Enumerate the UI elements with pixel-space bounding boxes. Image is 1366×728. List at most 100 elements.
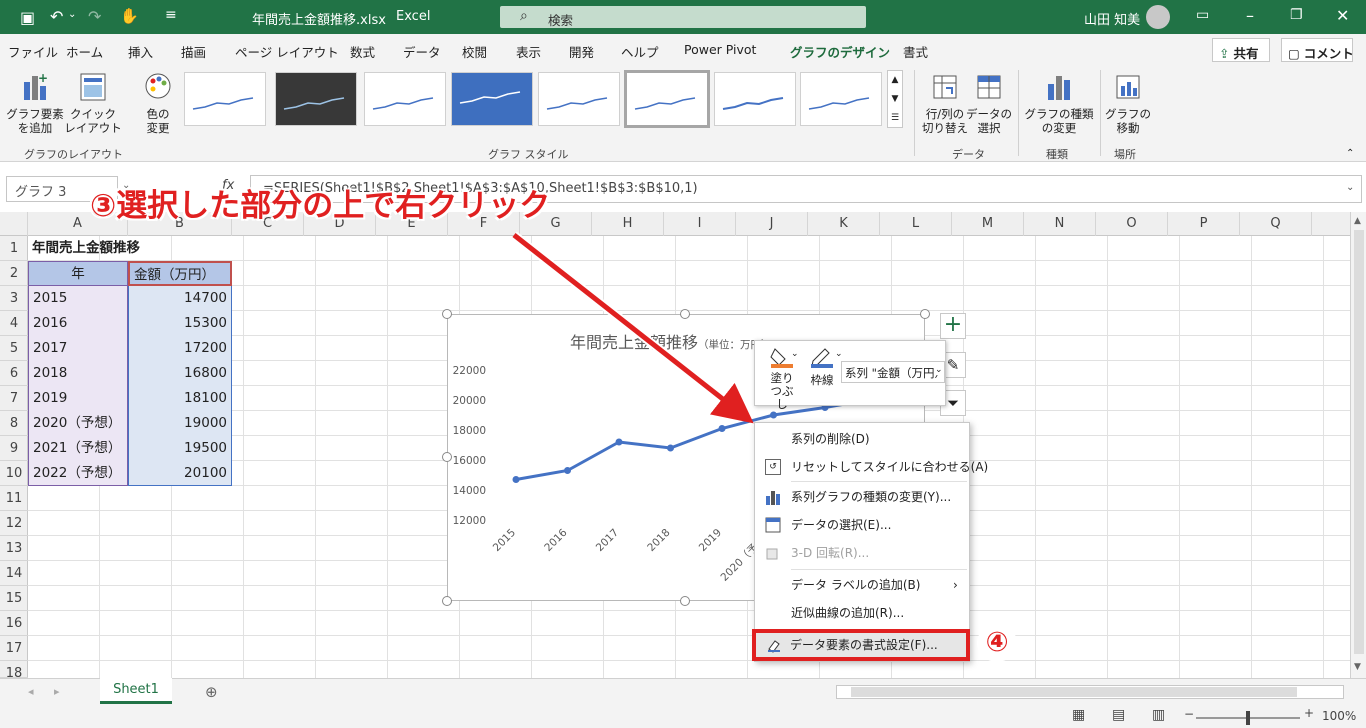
zoom-out-icon[interactable]: − xyxy=(1184,707,1194,721)
sheet-title-cell[interactable]: 年間売上金額推移 xyxy=(28,236,228,261)
row-header[interactable]: 5 xyxy=(0,336,28,361)
close-icon[interactable]: ✕ xyxy=(1336,6,1349,25)
tab-power-pivot[interactable]: Power Pivot xyxy=(684,42,756,57)
scroll-up-icon[interactable]: ▲ xyxy=(1354,216,1361,226)
tab-page-layout[interactable]: ページ レイアウト xyxy=(235,42,339,61)
chart-style-5[interactable] xyxy=(538,72,620,126)
resize-handle[interactable] xyxy=(442,452,452,462)
scrollbar-thumb[interactable] xyxy=(1354,230,1364,654)
row-header[interactable]: 12 xyxy=(0,511,28,536)
chart-style-4[interactable] xyxy=(451,72,533,126)
amount-cell[interactable]: 16800 xyxy=(128,361,232,386)
menu-item-3d-rotation[interactable]: 3-D 回転(R)... xyxy=(755,539,969,567)
undo-icon[interactable]: ↶ xyxy=(50,7,63,26)
year-cell[interactable]: 2020（予想） xyxy=(28,411,128,436)
row-header[interactable]: 10 xyxy=(0,461,28,486)
column-header[interactable]: O xyxy=(1096,212,1168,236)
change-chart-type-button[interactable]: グラフの種類 の変更 xyxy=(1024,70,1094,135)
tab-view[interactable]: 表示 xyxy=(516,42,541,61)
tab-data[interactable]: データ xyxy=(403,42,441,61)
menu-item-format-data-point[interactable]: データ要素の書式設定(F)... xyxy=(752,629,970,661)
zoom-in-icon[interactable]: + xyxy=(1304,706,1314,720)
move-chart-button[interactable]: グラフの 移動 xyxy=(1104,70,1152,135)
avatar[interactable] xyxy=(1146,5,1170,29)
menu-item-add-trendline[interactable]: 近似曲線の追加(R)... xyxy=(755,599,969,627)
sheet-scroll-left-icon[interactable]: ◂ xyxy=(28,685,34,698)
amount-cell[interactable]: 18100 xyxy=(128,386,232,411)
scroll-up-icon[interactable]: ▲ xyxy=(888,71,902,90)
expand-formula-icon[interactable]: ⌄ xyxy=(1346,182,1354,193)
chart-elements-button[interactable]: + xyxy=(940,313,966,339)
row-header[interactable]: 2 xyxy=(0,261,28,286)
year-cell[interactable]: 2016 xyxy=(28,311,128,336)
gallery-scroll[interactable]: ▲ ▼ ☰ xyxy=(887,70,903,128)
row-header[interactable]: 17 xyxy=(0,636,28,661)
change-colors-button[interactable]: 色の 変更 xyxy=(134,70,182,135)
zoom-slider[interactable] xyxy=(1196,711,1300,725)
row-header[interactable]: 13 xyxy=(0,536,28,561)
zoom-slider-thumb[interactable] xyxy=(1246,711,1250,725)
page-break-view-icon[interactable]: ▥ xyxy=(1152,707,1165,723)
series-dropdown-icon[interactable]: ⌄ xyxy=(935,365,943,375)
scrollbar-thumb[interactable] xyxy=(851,687,1297,697)
row-header[interactable]: 8 xyxy=(0,411,28,436)
resize-handle[interactable] xyxy=(442,309,452,319)
resize-handle[interactable] xyxy=(442,596,452,606)
undo-dropdown-icon[interactable]: ⌄ xyxy=(68,9,76,20)
year-cell[interactable]: 2021（予想） xyxy=(28,436,128,461)
column-header[interactable]: K xyxy=(808,212,880,236)
year-cell[interactable]: 2019 xyxy=(28,386,128,411)
chart-style-1[interactable] xyxy=(184,72,266,126)
chart-style-7[interactable] xyxy=(714,72,796,126)
gallery-more-icon[interactable]: ☰ xyxy=(888,109,902,128)
select-data-button[interactable]: データの 選択 xyxy=(966,70,1012,135)
outline-button[interactable]: 枠線 xyxy=(805,345,839,388)
resize-handle[interactable] xyxy=(920,309,930,319)
row-header[interactable]: 16 xyxy=(0,611,28,636)
amount-cell[interactable]: 17200 xyxy=(128,336,232,361)
chart-style-2[interactable] xyxy=(275,72,357,126)
tab-insert[interactable]: 挿入 xyxy=(128,42,153,61)
restore-icon[interactable]: ❐ xyxy=(1290,7,1303,23)
add-sheet-icon[interactable]: ⊕ xyxy=(205,683,218,701)
amount-cell[interactable]: 14700 xyxy=(128,286,232,311)
year-cell[interactable]: 2017 xyxy=(28,336,128,361)
column-header[interactable]: L xyxy=(880,212,952,236)
sheet-tab-sheet1[interactable]: Sheet1 xyxy=(100,678,172,704)
horizontal-scrollbar[interactable] xyxy=(836,685,1344,699)
amount-cell[interactable]: 19500 xyxy=(128,436,232,461)
header-cell-amount[interactable]: 金額（万円） xyxy=(128,261,232,286)
tab-developer[interactable]: 開発 xyxy=(569,42,594,61)
amount-cell[interactable]: 15300 xyxy=(128,311,232,336)
comment-button[interactable]: ▢ コメント xyxy=(1281,38,1354,62)
collapse-ribbon-icon[interactable]: ⌃ xyxy=(1346,148,1354,159)
sheet-scroll-right-icon[interactable]: ▸ xyxy=(54,685,60,698)
amount-cell[interactable]: 19000 xyxy=(128,411,232,436)
row-header[interactable]: 6 xyxy=(0,361,28,386)
normal-view-icon[interactable]: ▦ xyxy=(1072,707,1085,723)
row-header[interactable]: 4 xyxy=(0,311,28,336)
row-header[interactable]: 7 xyxy=(0,386,28,411)
tab-formulas[interactable]: 数式 xyxy=(350,42,375,61)
row-header[interactable]: 18 xyxy=(0,661,28,681)
select-all-corner[interactable] xyxy=(0,212,28,236)
save-icon[interactable]: ▣ xyxy=(20,8,35,27)
column-header[interactable]: P xyxy=(1168,212,1240,236)
header-cell-year[interactable]: 年 xyxy=(28,261,128,286)
share-button[interactable]: ⇪ 共有 xyxy=(1212,38,1270,62)
series-select-dropdown[interactable]: 系列 "金額（万円）" xyxy=(841,361,945,383)
amount-cell[interactable]: 20100 xyxy=(128,461,232,486)
row-header[interactable]: 1 xyxy=(0,236,28,261)
chart-style-3[interactable] xyxy=(364,72,446,126)
row-header[interactable]: 3 xyxy=(0,286,28,311)
column-header[interactable]: M xyxy=(952,212,1024,236)
touch-mode-icon[interactable]: ✋ xyxy=(120,7,139,25)
tab-format[interactable]: 書式 xyxy=(903,42,928,61)
minimize-icon[interactable]: – xyxy=(1246,6,1254,25)
chart-style-8[interactable] xyxy=(800,72,882,126)
search-box[interactable]: ⌕ 検索 xyxy=(500,6,866,28)
tab-draw[interactable]: 描画 xyxy=(181,42,206,61)
tab-review[interactable]: 校閲 xyxy=(462,42,487,61)
zoom-level[interactable]: 100% xyxy=(1322,709,1356,723)
menu-item-delete-series[interactable]: 系列の削除(D) xyxy=(755,425,969,453)
